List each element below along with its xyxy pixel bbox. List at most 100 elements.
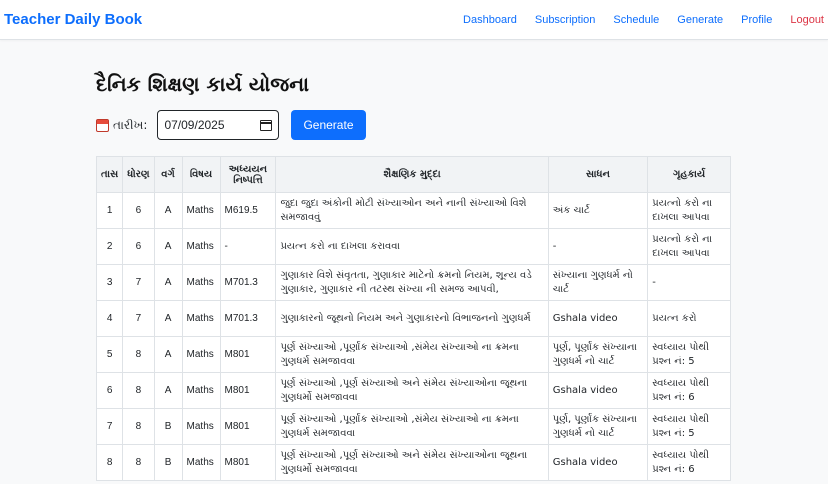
cell-material: - bbox=[547, 228, 649, 265]
cell-homework: સ્વધ્યાય પોથી પ્રશ્ન નં: 6 bbox=[647, 444, 731, 481]
cell-period: 4 bbox=[95, 300, 124, 337]
cell-subject: Maths bbox=[181, 264, 221, 301]
nav-dashboard[interactable]: Dashboard bbox=[463, 14, 517, 26]
table-row: 3 7 A Maths M701.3 ગુણાકાર વિશે સંવૃતતા, ગુણા… bbox=[95, 264, 731, 301]
cell-subject: Maths bbox=[181, 336, 221, 373]
col-header-material: સાધન bbox=[547, 156, 649, 193]
cell-subject: Maths bbox=[181, 408, 221, 445]
date-input[interactable]: 07/09/2025 bbox=[157, 110, 280, 140]
cell-period: 8 bbox=[95, 444, 124, 481]
nav-generate[interactable]: Generate bbox=[677, 14, 723, 26]
cell-outcome: M801 bbox=[219, 336, 277, 373]
generate-button[interactable]: Generate bbox=[291, 110, 366, 140]
cell-period: 7 bbox=[95, 408, 124, 445]
cell-subject: Maths bbox=[181, 372, 221, 409]
cell-outcome: - bbox=[219, 228, 277, 265]
cell-subject: Maths bbox=[181, 192, 221, 229]
cell-homework: પ્રયત્ન કરો bbox=[647, 300, 731, 337]
col-header-homework: ગૃહકાર્ય bbox=[647, 156, 731, 193]
nav-profile[interactable]: Profile bbox=[741, 14, 772, 26]
table-row: 2 6 A Maths - પ્રયત્ન કરો ના દાખલા કરાવવા - પ્ર… bbox=[95, 228, 731, 265]
calendar-icon bbox=[96, 118, 109, 132]
col-header-class: વર્ગ bbox=[153, 156, 183, 193]
table-row: 1 6 A Maths M619.5 જુદા જુદા અંકોની મોટી સંખ્… bbox=[95, 192, 731, 229]
table-row: 5 8 A Maths M801 પૂર્ણ સંખ્યાઓ ,પૂર્ણાંક સંખ્… bbox=[95, 336, 731, 373]
cell-standard: 8 bbox=[122, 336, 155, 373]
page-title: દૈનિક શિક્ષણ કાર્ય યોજના bbox=[96, 72, 310, 96]
cell-topic: પૂર્ણ સંખ્યાઓ ,પૂર્ણાંક સંખ્યાઓ ,સંમેય સ… bbox=[275, 336, 549, 373]
cell-homework: સ્વધ્યાય પોથી પ્રશ્ન નં: 5 bbox=[647, 408, 731, 445]
cell-class: A bbox=[153, 372, 183, 409]
cell-period: 6 bbox=[95, 372, 124, 409]
cell-period: 2 bbox=[95, 228, 124, 265]
cell-period: 1 bbox=[95, 192, 124, 229]
cell-topic: પૂર્ણ સંખ્યાઓ ,પૂર્ણ સંખ્યાઓ અને સંમેય સ… bbox=[275, 444, 549, 481]
nav-subscription[interactable]: Subscription bbox=[535, 14, 596, 26]
cell-class: B bbox=[153, 408, 183, 445]
date-row: તારીખ: 07/09/2025 Generate bbox=[96, 110, 828, 140]
cell-material: પૂર્ણ, પૂર્ણાંક સંખ્યાના ગુણધર્મ નો ચાર્… bbox=[547, 336, 649, 373]
main-content: દૈનિક શિક્ષણ કાર્ય યોજના તારીખ: 07/09/20… bbox=[0, 40, 828, 481]
cell-topic: પ્રયત્ન કરો ના દાખલા કરાવવા bbox=[275, 228, 549, 265]
cell-class: A bbox=[153, 192, 183, 229]
nav-logout[interactable]: Logout bbox=[790, 14, 824, 26]
cell-class: A bbox=[153, 336, 183, 373]
table-row: 7 8 B Maths M801 પૂર્ણ સંખ્યાઓ ,પૂર્ણાંક સંખ્… bbox=[95, 408, 731, 445]
lesson-plan-table: તાસ ધોરણ વર્ગ વિષય અધ્યયન નિષ્પત્તિ શૈક્… bbox=[95, 156, 731, 481]
date-picker-icon[interactable] bbox=[260, 119, 273, 131]
cell-material: Gshala video bbox=[547, 372, 649, 409]
table-row: 8 8 B Maths M801 પૂર્ણ સંખ્યાઓ ,પૂર્ણ સંખ્યાઓ… bbox=[95, 444, 731, 481]
cell-outcome: M619.5 bbox=[219, 192, 277, 229]
table-row: 6 8 A Maths M801 પૂર્ણ સંખ્યાઓ ,પૂર્ણ સંખ્યાઓ… bbox=[95, 372, 731, 409]
cell-topic: ગુણાકાર વિશે સંવૃતતા, ગુણાકાર માટેનો ક્ર… bbox=[275, 264, 549, 301]
col-header-topic: શૈક્ષણિક મુદ્દા bbox=[275, 156, 549, 193]
cell-topic: જુદા જુદા અંકોની મોટી સંખ્યાઓન અને નાની … bbox=[275, 192, 549, 229]
date-label: તારીખ: bbox=[113, 117, 148, 132]
cell-homework: - bbox=[647, 264, 731, 301]
cell-topic: ગુણાકારનો જૂથનો નિયમ અને ગુણાકારનો વિભાજ… bbox=[275, 300, 549, 337]
cell-standard: 8 bbox=[122, 372, 155, 409]
cell-subject: Maths bbox=[181, 228, 221, 265]
cell-standard: 6 bbox=[122, 192, 155, 229]
cell-standard: 7 bbox=[122, 300, 155, 337]
cell-outcome: M701.3 bbox=[219, 300, 277, 337]
nav-links: Dashboard Subscription Schedule Generate… bbox=[445, 14, 824, 26]
cell-material: પૂર્ણ, પૂર્ણાંક સંખ્યાના ગુણધર્મ નો ચાર્… bbox=[547, 408, 649, 445]
cell-class: A bbox=[153, 300, 183, 337]
cell-homework: પ્રયત્નો કરો ના દાખલા આપવા bbox=[647, 228, 731, 265]
table-body: 1 6 A Maths M619.5 જુદા જુદા અંકોની મોટી સંખ્… bbox=[95, 192, 731, 481]
date-value: 07/09/2025 bbox=[164, 118, 225, 132]
cell-class: B bbox=[153, 444, 183, 481]
cell-outcome: M701.3 bbox=[219, 264, 277, 301]
cell-topic: પૂર્ણ સંખ્યાઓ ,પૂર્ણ સંખ્યાઓ અને સંમેય સ… bbox=[275, 372, 549, 409]
cell-period: 5 bbox=[95, 336, 124, 373]
cell-material: સંખ્યાના ગુણધર્મ નો ચાર્ટ bbox=[547, 264, 649, 301]
cell-standard: 8 bbox=[122, 444, 155, 481]
cell-homework: સ્વધ્યાય પોથી પ્રશ્ન નં: 6 bbox=[647, 372, 731, 409]
cell-subject: Maths bbox=[181, 444, 221, 481]
cell-subject: Maths bbox=[181, 300, 221, 337]
cell-outcome: M801 bbox=[219, 372, 277, 409]
cell-homework: સ્વધ્યાય પોથી પ્રશ્ન નં: 5 bbox=[647, 336, 731, 373]
cell-material: અંક ચાર્ટ bbox=[547, 192, 649, 229]
nav-schedule[interactable]: Schedule bbox=[613, 14, 659, 26]
cell-standard: 6 bbox=[122, 228, 155, 265]
cell-homework: પ્રયત્નો કરો ના દાખલા આપવા bbox=[647, 192, 731, 229]
cell-standard: 8 bbox=[122, 408, 155, 445]
col-header-period: તાસ bbox=[95, 156, 124, 193]
col-header-subject: વિષય bbox=[181, 156, 221, 193]
cell-outcome: M801 bbox=[219, 408, 277, 445]
top-navbar: Teacher Daily Book Dashboard Subscriptio… bbox=[0, 0, 828, 40]
cell-topic: પૂર્ણ સંખ્યાઓ ,પૂર્ણાંક સંખ્યાઓ ,સંમેય સ… bbox=[275, 408, 549, 445]
brand-logo[interactable]: Teacher Daily Book bbox=[4, 11, 142, 28]
cell-material: Gshala video bbox=[547, 300, 649, 337]
cell-material: Gshala video bbox=[547, 444, 649, 481]
cell-standard: 7 bbox=[122, 264, 155, 301]
cell-period: 3 bbox=[95, 264, 124, 301]
cell-class: A bbox=[153, 264, 183, 301]
col-header-outcome: અધ્યયન નિષ્પત્તિ bbox=[219, 156, 277, 193]
table-row: 4 7 A Maths M701.3 ગુણાકારનો જૂથનો નિયમ અને ગ… bbox=[95, 300, 731, 337]
col-header-standard: ધોરણ bbox=[122, 156, 155, 193]
table-header-row: તાસ ધોરણ વર્ગ વિષય અધ્યયન નિષ્પત્તિ શૈક્… bbox=[95, 156, 731, 193]
cell-class: A bbox=[153, 228, 183, 265]
